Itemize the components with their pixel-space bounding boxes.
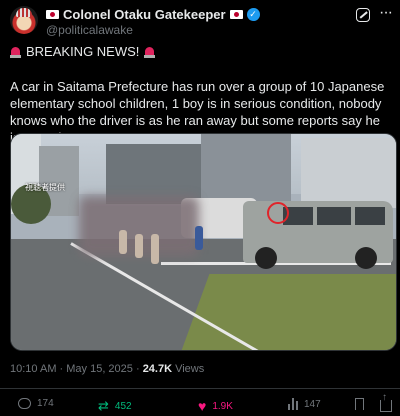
headline-row: BREAKING NEWS! [10,44,156,59]
share-button[interactable] [380,392,392,412]
author-name-row[interactable]: Colonel Otaku Gatekeeper ✓ [46,7,260,22]
siren-icon [144,46,156,58]
avatar[interactable] [10,6,38,34]
repost-count: 452 [114,400,132,412]
share-icon [380,392,392,412]
grok-icon[interactable] [356,8,370,22]
like-button[interactable]: ♥ 1.9K [198,398,233,414]
bookmark-icon [355,398,364,410]
reply-icon [18,398,31,409]
japan-flag-icon [46,10,59,19]
divider [0,388,400,389]
repost-icon: ⇄ [98,398,109,413]
media-caption: 視聴者提供 [25,183,65,192]
author-handle[interactable]: @politicalawake [46,23,133,37]
reply-button[interactable]: 174 [18,398,54,409]
siren-icon [10,46,21,58]
like-count: 1.9K [212,400,233,412]
suv-vehicle [243,201,393,269]
verified-badge-icon: ✓ [246,8,260,21]
annotation-circle [267,202,289,224]
more-icon[interactable]: ··· [379,5,393,21]
views-action-count: 147 [304,398,321,410]
views-count: 24.7K [142,363,173,375]
timestamp[interactable]: 10:10 AM · May 15, 2025 · [10,363,143,375]
action-bar: 174 ⇄ 452 ♥ 1.9K 147 [10,392,400,414]
views-button[interactable]: 147 [288,398,321,410]
headline: BREAKING NEWS! [26,44,140,59]
bookmark-button[interactable] [355,398,364,410]
views-label: Views [172,363,205,375]
reply-count: 174 [37,398,54,409]
post-media-image[interactable]: 視聴者提供 [10,133,397,351]
japan-flag-icon [229,10,243,19]
post-header: Colonel Otaku Gatekeeper ✓ @politicalawa… [10,5,393,38]
heart-icon: ♥ [198,398,207,414]
author-name[interactable]: Colonel Otaku Gatekeeper [63,7,226,22]
repost-button[interactable]: ⇄ 452 [98,398,132,414]
views-icon [288,398,298,410]
post-meta: 10:10 AM · May 15, 2025 · 24.7K Views [10,363,204,375]
